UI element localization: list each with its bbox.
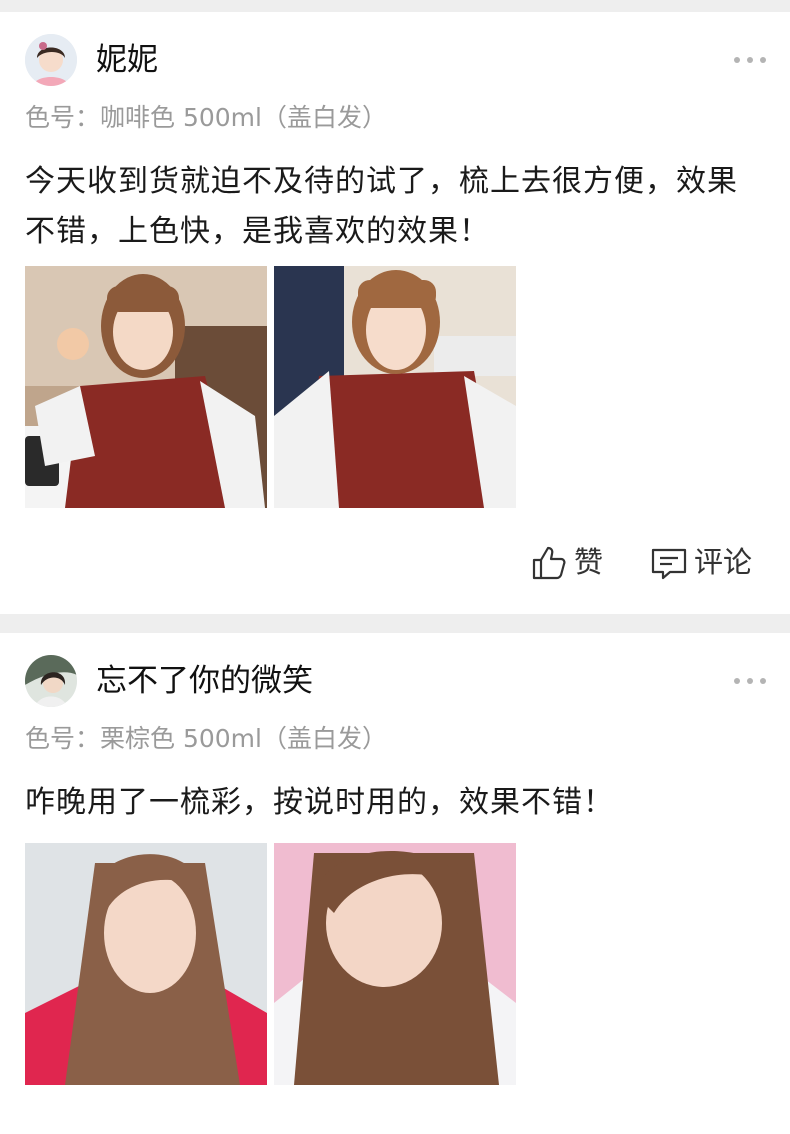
comment-icon [651,548,687,580]
comment-label: 评论 [694,545,753,579]
review-text: 咋晚用了一梳彩，按说时用的，效果不错！ [25,785,614,820]
avatar[interactable] [25,34,77,86]
photo-gallery [25,843,525,1085]
username[interactable]: 忘不了你的微笑 [96,661,313,701]
like-label: 赞 [574,545,604,579]
more-horizontal-icon[interactable] [734,675,766,687]
review-feed: 妮妮 色号：咖啡色 500ml（盖白发） 今天收到货就迫不及待的试了，梳上去很方… [0,0,790,1134]
review-photo[interactable] [25,266,267,508]
thumbs-up-icon [532,546,566,580]
product-variant: 色号：咖啡色 500ml（盖白发） [25,103,387,132]
username[interactable]: 妮妮 [96,40,158,80]
review-photo[interactable] [274,266,516,508]
avatar[interactable] [25,655,77,707]
product-variant: 色号：栗棕色 500ml（盖白发） [25,724,387,753]
review-photo[interactable] [25,843,267,1085]
review-text: 今天收到货就迫不及待的试了，梳上去很方便，效果不错，上色快，是我喜欢的效果！ [25,164,738,249]
review-photo[interactable] [274,843,516,1085]
comment-button[interactable]: 评论 [650,540,770,586]
review-card: 妮妮 色号：咖啡色 500ml（盖白发） 今天收到货就迫不及待的试了，梳上去很方… [0,12,790,614]
review-actions: 赞 评论 [0,540,790,586]
like-button[interactable]: 赞 [530,540,620,586]
more-horizontal-icon[interactable] [734,54,766,66]
review-header: 忘不了你的微笑 [0,633,790,733]
review-card: 忘不了你的微笑 色号：栗棕色 500ml（盖白发） 咋晚用了一梳彩，按说时用的，… [0,633,790,1134]
review-header: 妮妮 [0,12,790,112]
photo-gallery [25,266,525,508]
